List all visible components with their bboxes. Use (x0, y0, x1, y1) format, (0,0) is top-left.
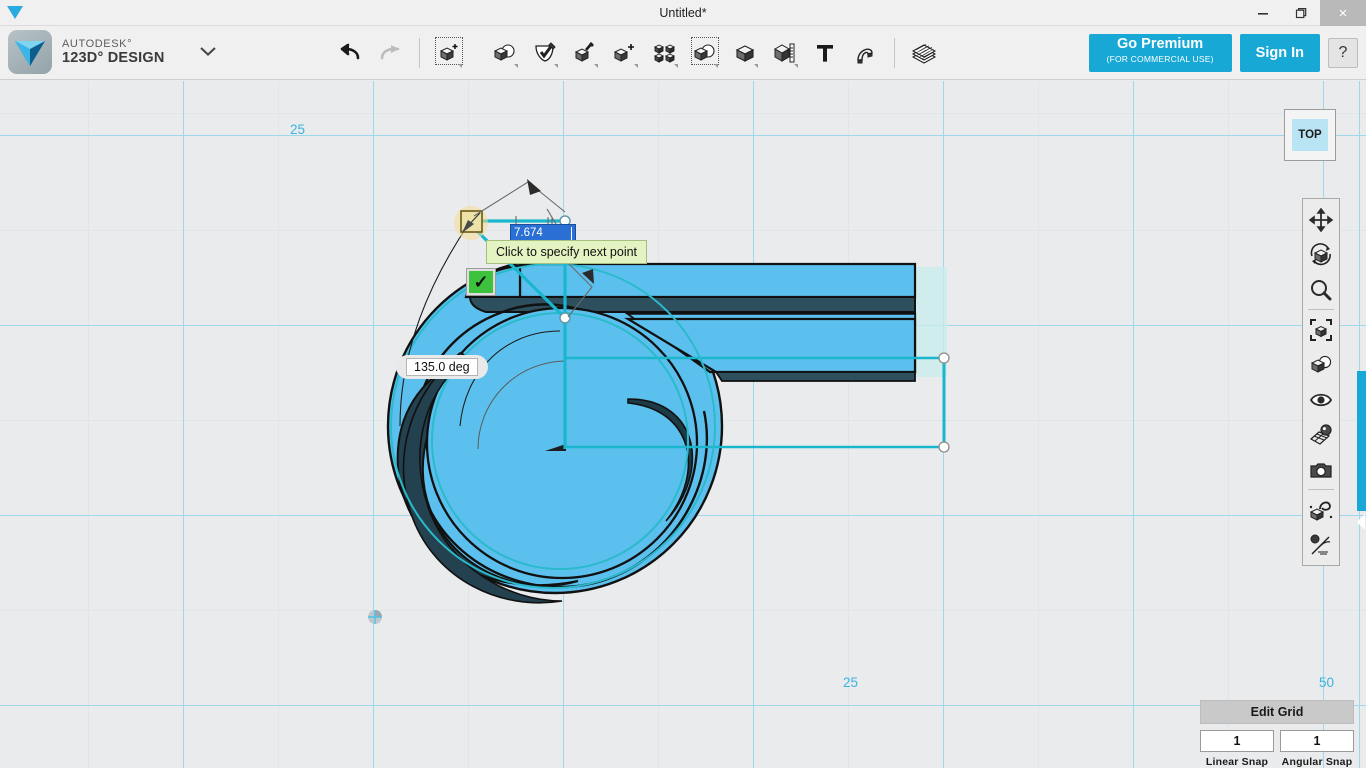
text-cursor (571, 227, 572, 240)
toolbar-item-modify[interactable] (605, 31, 645, 75)
chevron-down-icon (714, 64, 718, 68)
toolbar-separator-2 (894, 38, 895, 68)
chevron-down-icon (634, 64, 638, 68)
panel-collapse-arrow-icon[interactable] (1356, 511, 1366, 533)
fit-icon[interactable] (1303, 312, 1339, 347)
angle-readout: 135.0 deg (396, 355, 488, 379)
chevron-down-icon (554, 64, 558, 68)
angular-snap-label: Angular Snap (1281, 756, 1353, 768)
go-premium-subtitle: (FOR COMMERCIAL USE) (1106, 53, 1214, 64)
check-icon: ✓ (469, 271, 493, 293)
hint-tooltip: Click to specify next point (486, 240, 648, 264)
undo-button[interactable] (330, 31, 370, 75)
header-right-actions: Go Premium (FOR COMMERCIAL USE) Sign In … (1088, 26, 1358, 80)
canvas-scrollbar[interactable] (1357, 371, 1366, 511)
sketch-point-handle-mid (559, 312, 571, 324)
view-cube-top-face[interactable]: TOP (1292, 119, 1328, 151)
brand-block: AUTODESK° 123D° DESIGN (8, 30, 218, 74)
design-canvas[interactable]: 25 25 50 7.674 Click to specify next poi… (0, 81, 1366, 768)
angle-readout-value: 135.0 deg (406, 358, 478, 376)
orbit-icon[interactable] (1303, 237, 1339, 272)
toolbar-item-material[interactable] (904, 31, 944, 75)
toolbar-separator (419, 38, 420, 68)
toolbar-divider-2 (1308, 489, 1334, 490)
close-button[interactable]: × (1320, 0, 1366, 26)
camera-icon[interactable] (1303, 452, 1339, 487)
minimize-button[interactable] (1244, 0, 1282, 26)
pan-icon[interactable] (1303, 202, 1339, 237)
linear-snap-input[interactable]: 1 (1200, 730, 1274, 752)
window-controls: × (1244, 0, 1366, 26)
shaded-view-icon[interactable] (1303, 347, 1339, 382)
grid-snap-icon[interactable] (1303, 417, 1339, 452)
model-and-sketch-overlay (386, 179, 950, 604)
autodesk-logo-icon (8, 30, 52, 74)
window-title: Untitled* (659, 6, 707, 20)
chevron-down-icon (594, 64, 598, 68)
dimension-input-value: 7.674 (514, 227, 543, 239)
dim-arrow-top (527, 179, 541, 195)
chevron-down-icon (674, 64, 678, 68)
view-cube[interactable]: TOP (1284, 109, 1336, 161)
toolbar-divider (1308, 309, 1334, 310)
model-solid (386, 257, 917, 604)
edit-grid-title[interactable]: Edit Grid (1200, 700, 1354, 724)
redo-button[interactable] (370, 31, 410, 75)
toolbar-item-text[interactable] (805, 31, 845, 75)
toolbar-item-magnet-snap[interactable] (845, 31, 885, 75)
confirm-sketch-button[interactable]: ✓ (466, 268, 496, 296)
view-toolbar (1302, 198, 1340, 566)
chevron-down-icon (458, 64, 462, 68)
toolbar-item-primitives[interactable] (485, 31, 525, 75)
angular-snap-input[interactable]: 1 (1280, 730, 1354, 752)
chevron-down-icon (754, 64, 758, 68)
toolbar-item-construct[interactable] (565, 31, 605, 75)
chevron-down-icon (514, 64, 518, 68)
toolbar-item-transform[interactable] (429, 31, 469, 75)
toolbar-item-measure[interactable] (765, 31, 805, 75)
edit-grid-panel: Edit Grid 1 Linear Snap 1 Angular Snap (1200, 700, 1354, 768)
toolbar-item-grouping[interactable] (685, 31, 725, 75)
linear-snap-label: Linear Snap (1205, 756, 1269, 768)
restore-button[interactable] (1282, 0, 1320, 26)
window-title-bar: Untitled* × (0, 0, 1366, 26)
go-premium-title: Go Premium (1116, 36, 1204, 52)
sign-in-button[interactable]: Sign In (1239, 34, 1320, 72)
eye-visibility-icon[interactable] (1303, 382, 1339, 417)
brand-line-autodesk: AUTODESK° (62, 37, 133, 50)
toolbar-item-sketch[interactable] (525, 31, 565, 75)
main-toolbar (330, 26, 944, 80)
toolbar-item-combine[interactable] (725, 31, 765, 75)
brand-line-product: 123D° DESIGN (62, 50, 165, 67)
zoom-icon[interactable] (1303, 272, 1339, 307)
help-button[interactable]: ? (1328, 38, 1358, 68)
app-header: AUTODESK° 123D° DESIGN Go Premium (FOR C… (0, 26, 1366, 80)
chevron-down-icon (794, 64, 798, 68)
go-premium-button[interactable]: Go Premium (FOR COMMERCIAL USE) (1088, 34, 1232, 72)
effects-icon[interactable] (1303, 527, 1339, 562)
smooth-shade-icon[interactable] (1303, 492, 1339, 527)
toolbar-item-pattern[interactable] (645, 31, 685, 75)
chevron-down-icon[interactable] (198, 44, 218, 61)
